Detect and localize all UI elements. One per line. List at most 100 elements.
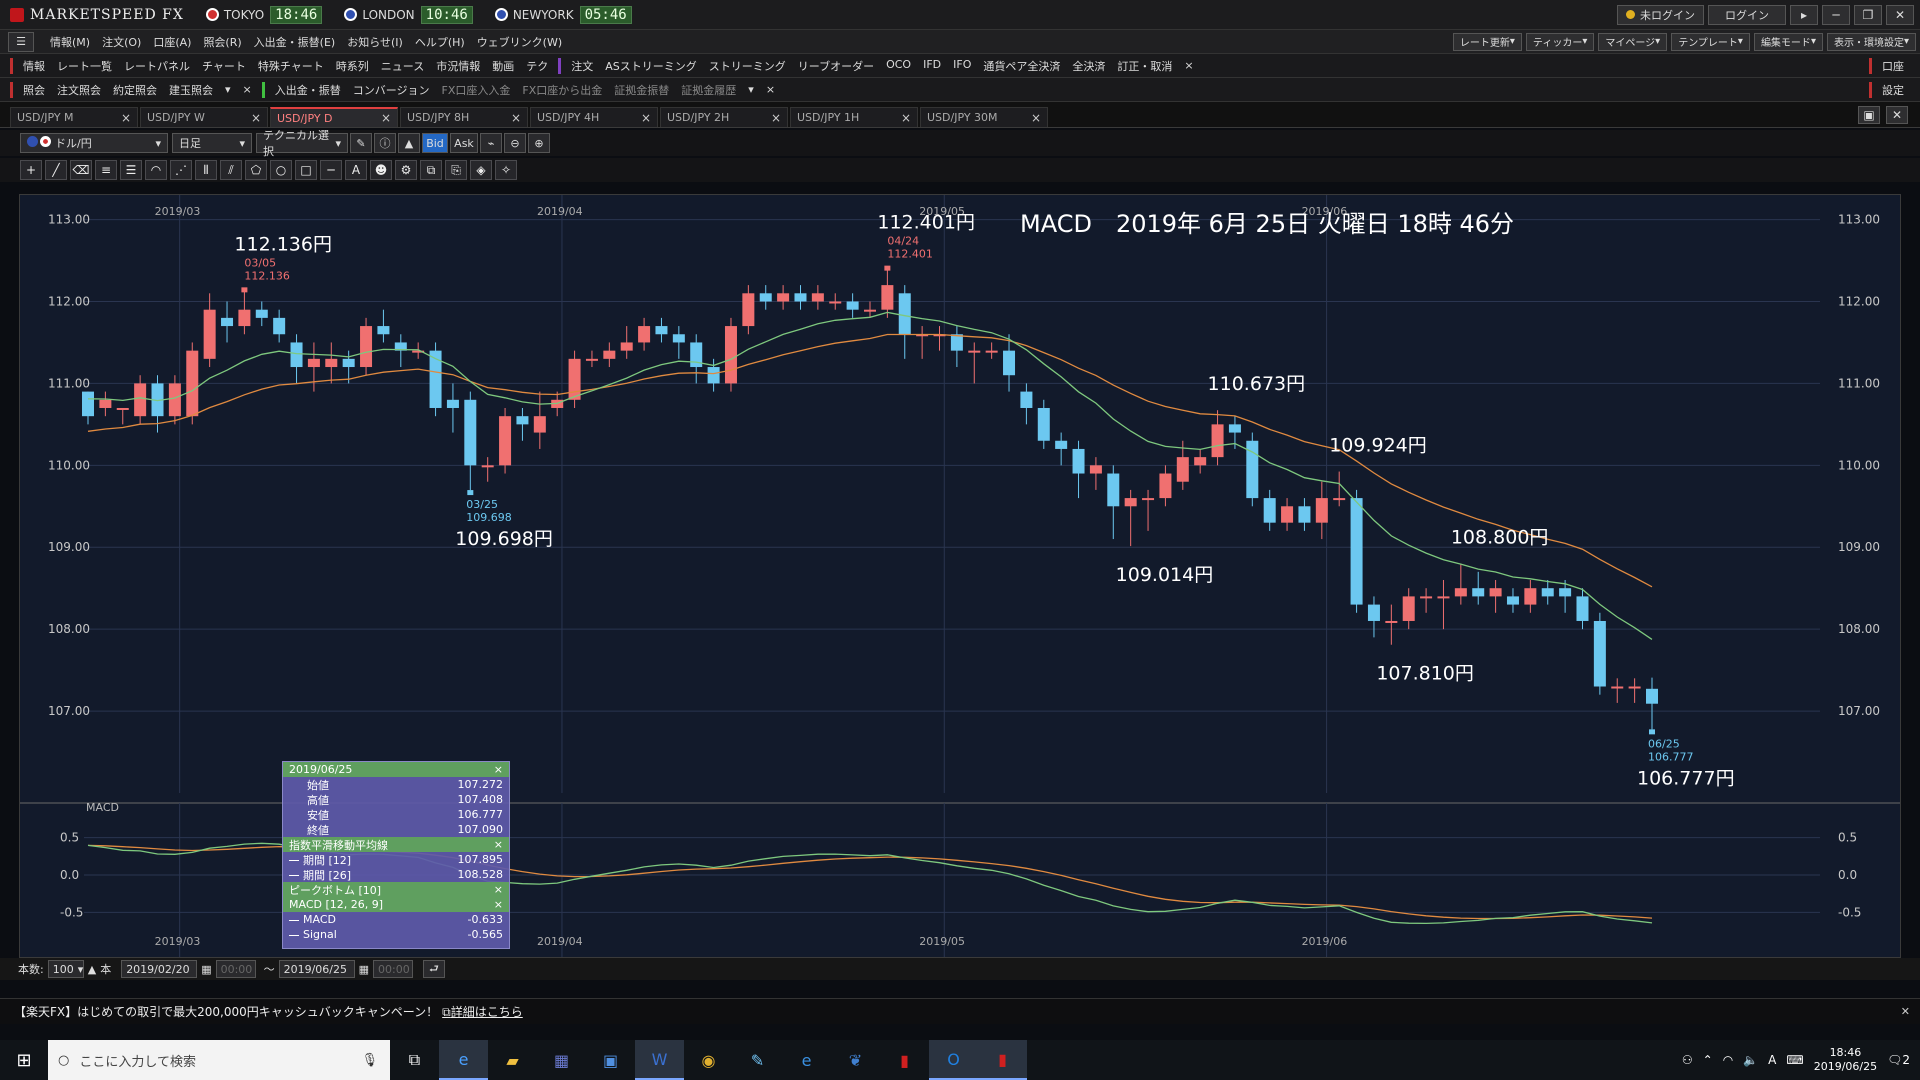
tab-close-icon[interactable]: × — [121, 111, 131, 125]
chrome-icon[interactable]: ◉ — [684, 1040, 733, 1080]
chart-type-icon[interactable]: ⌁ — [480, 133, 502, 153]
candle[interactable] — [429, 342, 442, 417]
deposit-item[interactable]: 証拠金履歴 — [675, 82, 742, 98]
channel-icon[interactable]: ⫽ — [220, 160, 242, 180]
toolbar-close-icon[interactable]: × — [1178, 59, 1199, 72]
candle[interactable] — [1454, 563, 1467, 605]
crosshair-icon[interactable]: + — [20, 160, 42, 180]
pentagon-icon[interactable]: ⬠ — [245, 160, 267, 180]
info-ema-close-icon[interactable]: × — [494, 838, 503, 851]
candle[interactable] — [690, 334, 703, 384]
candle[interactable] — [394, 334, 407, 368]
info-item[interactable]: ニュース — [375, 58, 430, 74]
candle[interactable] — [794, 285, 807, 310]
menu-right-button[interactable]: ティッカー ▾ — [1525, 32, 1595, 51]
info-close-icon[interactable]: × — [494, 763, 503, 776]
inquiry-dropdown-icon[interactable]: ▾ — [219, 83, 237, 96]
close-icon[interactable]: ✕ — [1886, 4, 1914, 25]
to-time-field[interactable]: 00:00 — [373, 960, 413, 978]
candle[interactable] — [1315, 481, 1328, 540]
ask-button[interactable]: Ask — [450, 133, 478, 153]
to-date-field[interactable]: 2019/06/25 — [278, 960, 355, 978]
line-icon[interactable]: ─ — [320, 160, 342, 180]
candle[interactable] — [412, 342, 425, 359]
toolbar-account-button[interactable]: 口座 — [1876, 58, 1910, 74]
vertical-lines-icon[interactable]: ⦀ — [195, 160, 217, 180]
order-item[interactable]: IFO — [947, 58, 977, 74]
menu-item[interactable]: 情報(M) — [44, 34, 96, 50]
candle[interactable] — [238, 290, 251, 335]
file-explorer-icon[interactable]: ▰ — [488, 1040, 537, 1080]
volume-icon[interactable]: 🔈 — [1743, 1053, 1758, 1067]
menu-item[interactable]: 注文(O) — [96, 34, 147, 50]
from-date-field[interactable]: 2019/02/20 — [121, 960, 198, 978]
microphone-icon[interactable]: 🎙 — [361, 1053, 378, 1068]
candle[interactable] — [168, 375, 181, 425]
candle[interactable] — [864, 301, 876, 318]
tab-usd-jpy-8h[interactable]: USD/JPY 8H × — [400, 107, 528, 127]
chart-area[interactable]: 113.00 113.00 112.00 112.00 111.00 111.00 110.… — [19, 194, 1901, 958]
candle[interactable] — [377, 309, 390, 343]
keyboard-icon[interactable]: ⌨ — [1786, 1053, 1803, 1067]
candle[interactable] — [1385, 604, 1398, 645]
fibonacci-icon[interactable]: ☰ — [120, 160, 142, 180]
paste-icon[interactable]: ⎘ — [445, 160, 467, 180]
candle[interactable] — [985, 342, 998, 359]
menu-right-button[interactable]: レート更新 ▾ — [1452, 32, 1522, 51]
tab-close-icon[interactable]: × — [901, 111, 911, 125]
inquiry-item[interactable]: 建玉照会 — [163, 82, 219, 98]
taskbar-clock[interactable]: 18:46 2019/06/25 — [1814, 1046, 1877, 1074]
tab-usd-jpy-30m[interactable]: USD/JPY 30M × — [920, 107, 1048, 127]
tab-close-icon[interactable]: × — [641, 111, 651, 125]
candle[interactable] — [829, 293, 842, 310]
info-peak-close-icon[interactable]: × — [494, 883, 503, 896]
candle[interactable] — [950, 326, 963, 368]
candle[interactable] — [1246, 432, 1259, 507]
info-item[interactable]: レートパネル — [118, 58, 196, 74]
candle[interactable] — [1107, 465, 1120, 540]
candle[interactable] — [620, 326, 633, 359]
candle[interactable] — [672, 326, 685, 359]
notification-icon[interactable]: 🗨2 — [1887, 1053, 1910, 1067]
marketspeed-fx-icon[interactable]: ▮ — [978, 1040, 1027, 1080]
candle[interactable] — [325, 342, 338, 384]
candle[interactable] — [134, 375, 147, 425]
maximize-icon[interactable]: ▣ — [1858, 105, 1880, 124]
candle[interactable] — [186, 342, 199, 425]
windows-start-icon[interactable]: ⊞ — [0, 1040, 48, 1080]
candle[interactable] — [1420, 588, 1433, 613]
menu-right-button[interactable]: 表示・環境設定 ▾ — [1826, 32, 1916, 51]
info-box[interactable]: 2019/06/25 × 始値 107.272 高値 107.408 安値 106.777 終… — [282, 761, 510, 949]
ime-indicator[interactable]: A — [1768, 1053, 1776, 1067]
ie-icon[interactable]: e — [439, 1040, 488, 1080]
info-item[interactable]: 特殊チャート — [252, 58, 330, 74]
candle[interactable] — [1298, 498, 1311, 531]
deposit-item[interactable]: コンバージョン — [347, 82, 436, 98]
area-chart-icon[interactable]: ▲ — [398, 133, 420, 153]
period-select[interactable]: 日足 ▾ — [172, 133, 252, 153]
fan-icon[interactable]: ⋰ — [170, 160, 192, 180]
technical-select[interactable]: テクニカル選択 ▾ — [256, 129, 348, 158]
candle[interactable] — [273, 309, 286, 343]
candle[interactable] — [1524, 580, 1537, 613]
promo-close-icon[interactable]: ✕ — [1901, 1005, 1910, 1018]
candle[interactable] — [360, 317, 373, 376]
word-icon[interactable]: W — [635, 1040, 684, 1080]
zoom-out-icon[interactable]: ⊖ — [504, 133, 526, 153]
candle[interactable] — [603, 342, 616, 368]
candle[interactable] — [881, 268, 894, 318]
candle[interactable] — [1263, 489, 1276, 531]
tab-close-icon[interactable]: × — [771, 111, 781, 125]
deposit-close-icon[interactable]: × — [760, 83, 781, 96]
wifi-icon[interactable]: ◠ — [1723, 1053, 1733, 1067]
deposit-item[interactable]: FX口座から出金 — [516, 82, 608, 98]
candle[interactable] — [568, 350, 581, 408]
expand-icon[interactable]: ▸ — [1790, 4, 1818, 25]
info-item[interactable]: 時系列 — [330, 58, 375, 74]
marketspeed-icon[interactable]: ▮ — [880, 1040, 929, 1080]
candle[interactable] — [1159, 465, 1172, 507]
order-item[interactable]: 通貨ペア全決済 — [977, 58, 1066, 74]
candle[interactable] — [1472, 571, 1485, 605]
delete-all-icon[interactable]: ✧ — [495, 160, 517, 180]
candle[interactable] — [290, 334, 303, 384]
